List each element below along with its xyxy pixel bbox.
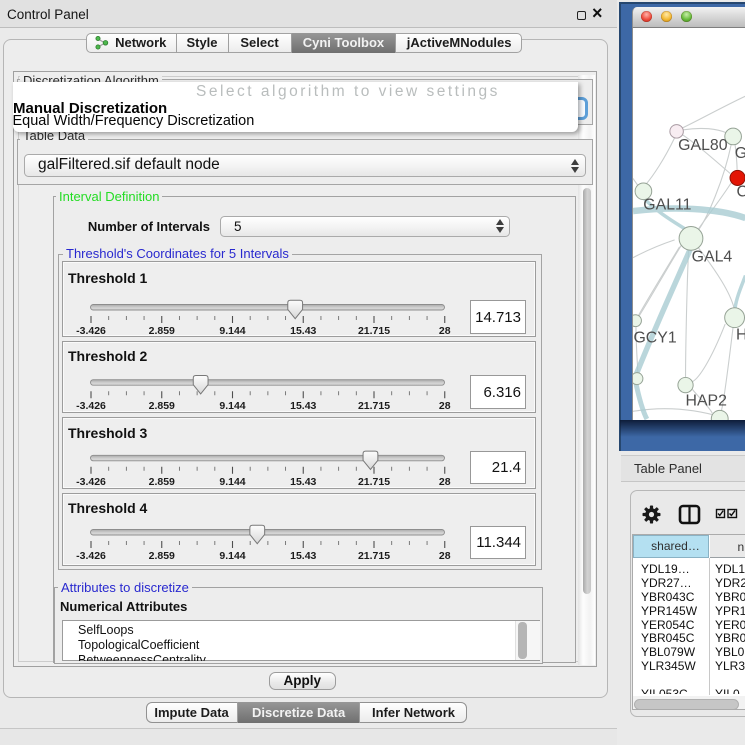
svg-text:28: 28	[439, 325, 451, 337]
svg-text:-3.426: -3.426	[76, 476, 106, 488]
svg-text:9.144: 9.144	[219, 400, 245, 412]
svg-text:GAL80: GAL80	[678, 137, 728, 154]
svg-text:2.859: 2.859	[149, 400, 175, 412]
svg-text:2.859: 2.859	[149, 325, 175, 337]
svg-text:15.43: 15.43	[290, 400, 316, 412]
svg-text:GAL: GAL	[734, 145, 745, 162]
svg-text:15.43: 15.43	[290, 476, 316, 488]
svg-text:15.43: 15.43	[290, 550, 316, 562]
svg-text:21.715: 21.715	[358, 476, 390, 488]
svg-text:C: C	[736, 183, 745, 200]
svg-text:28: 28	[439, 400, 451, 412]
svg-text:GCY1: GCY1	[633, 329, 676, 346]
svg-text:-3.426: -3.426	[76, 325, 106, 337]
svg-text:28: 28	[439, 476, 451, 488]
svg-text:HAP2: HAP2	[685, 392, 727, 409]
svg-text:21.715: 21.715	[358, 550, 390, 562]
svg-text:-3.426: -3.426	[76, 400, 106, 412]
svg-text:2.859: 2.859	[149, 550, 175, 562]
svg-text:9.144: 9.144	[219, 550, 245, 562]
svg-text:21.715: 21.715	[358, 325, 390, 337]
svg-text:2.859: 2.859	[149, 476, 175, 488]
svg-text:GAL11: GAL11	[643, 196, 691, 213]
svg-text:15.43: 15.43	[290, 325, 316, 337]
svg-text:28: 28	[439, 550, 451, 562]
svg-text:21.715: 21.715	[358, 400, 390, 412]
svg-text:9.144: 9.144	[219, 476, 245, 488]
svg-text:H: H	[735, 326, 745, 343]
svg-text:-3.426: -3.426	[76, 550, 106, 562]
svg-text:GAL4: GAL4	[691, 248, 732, 265]
svg-text:9.144: 9.144	[219, 325, 245, 337]
